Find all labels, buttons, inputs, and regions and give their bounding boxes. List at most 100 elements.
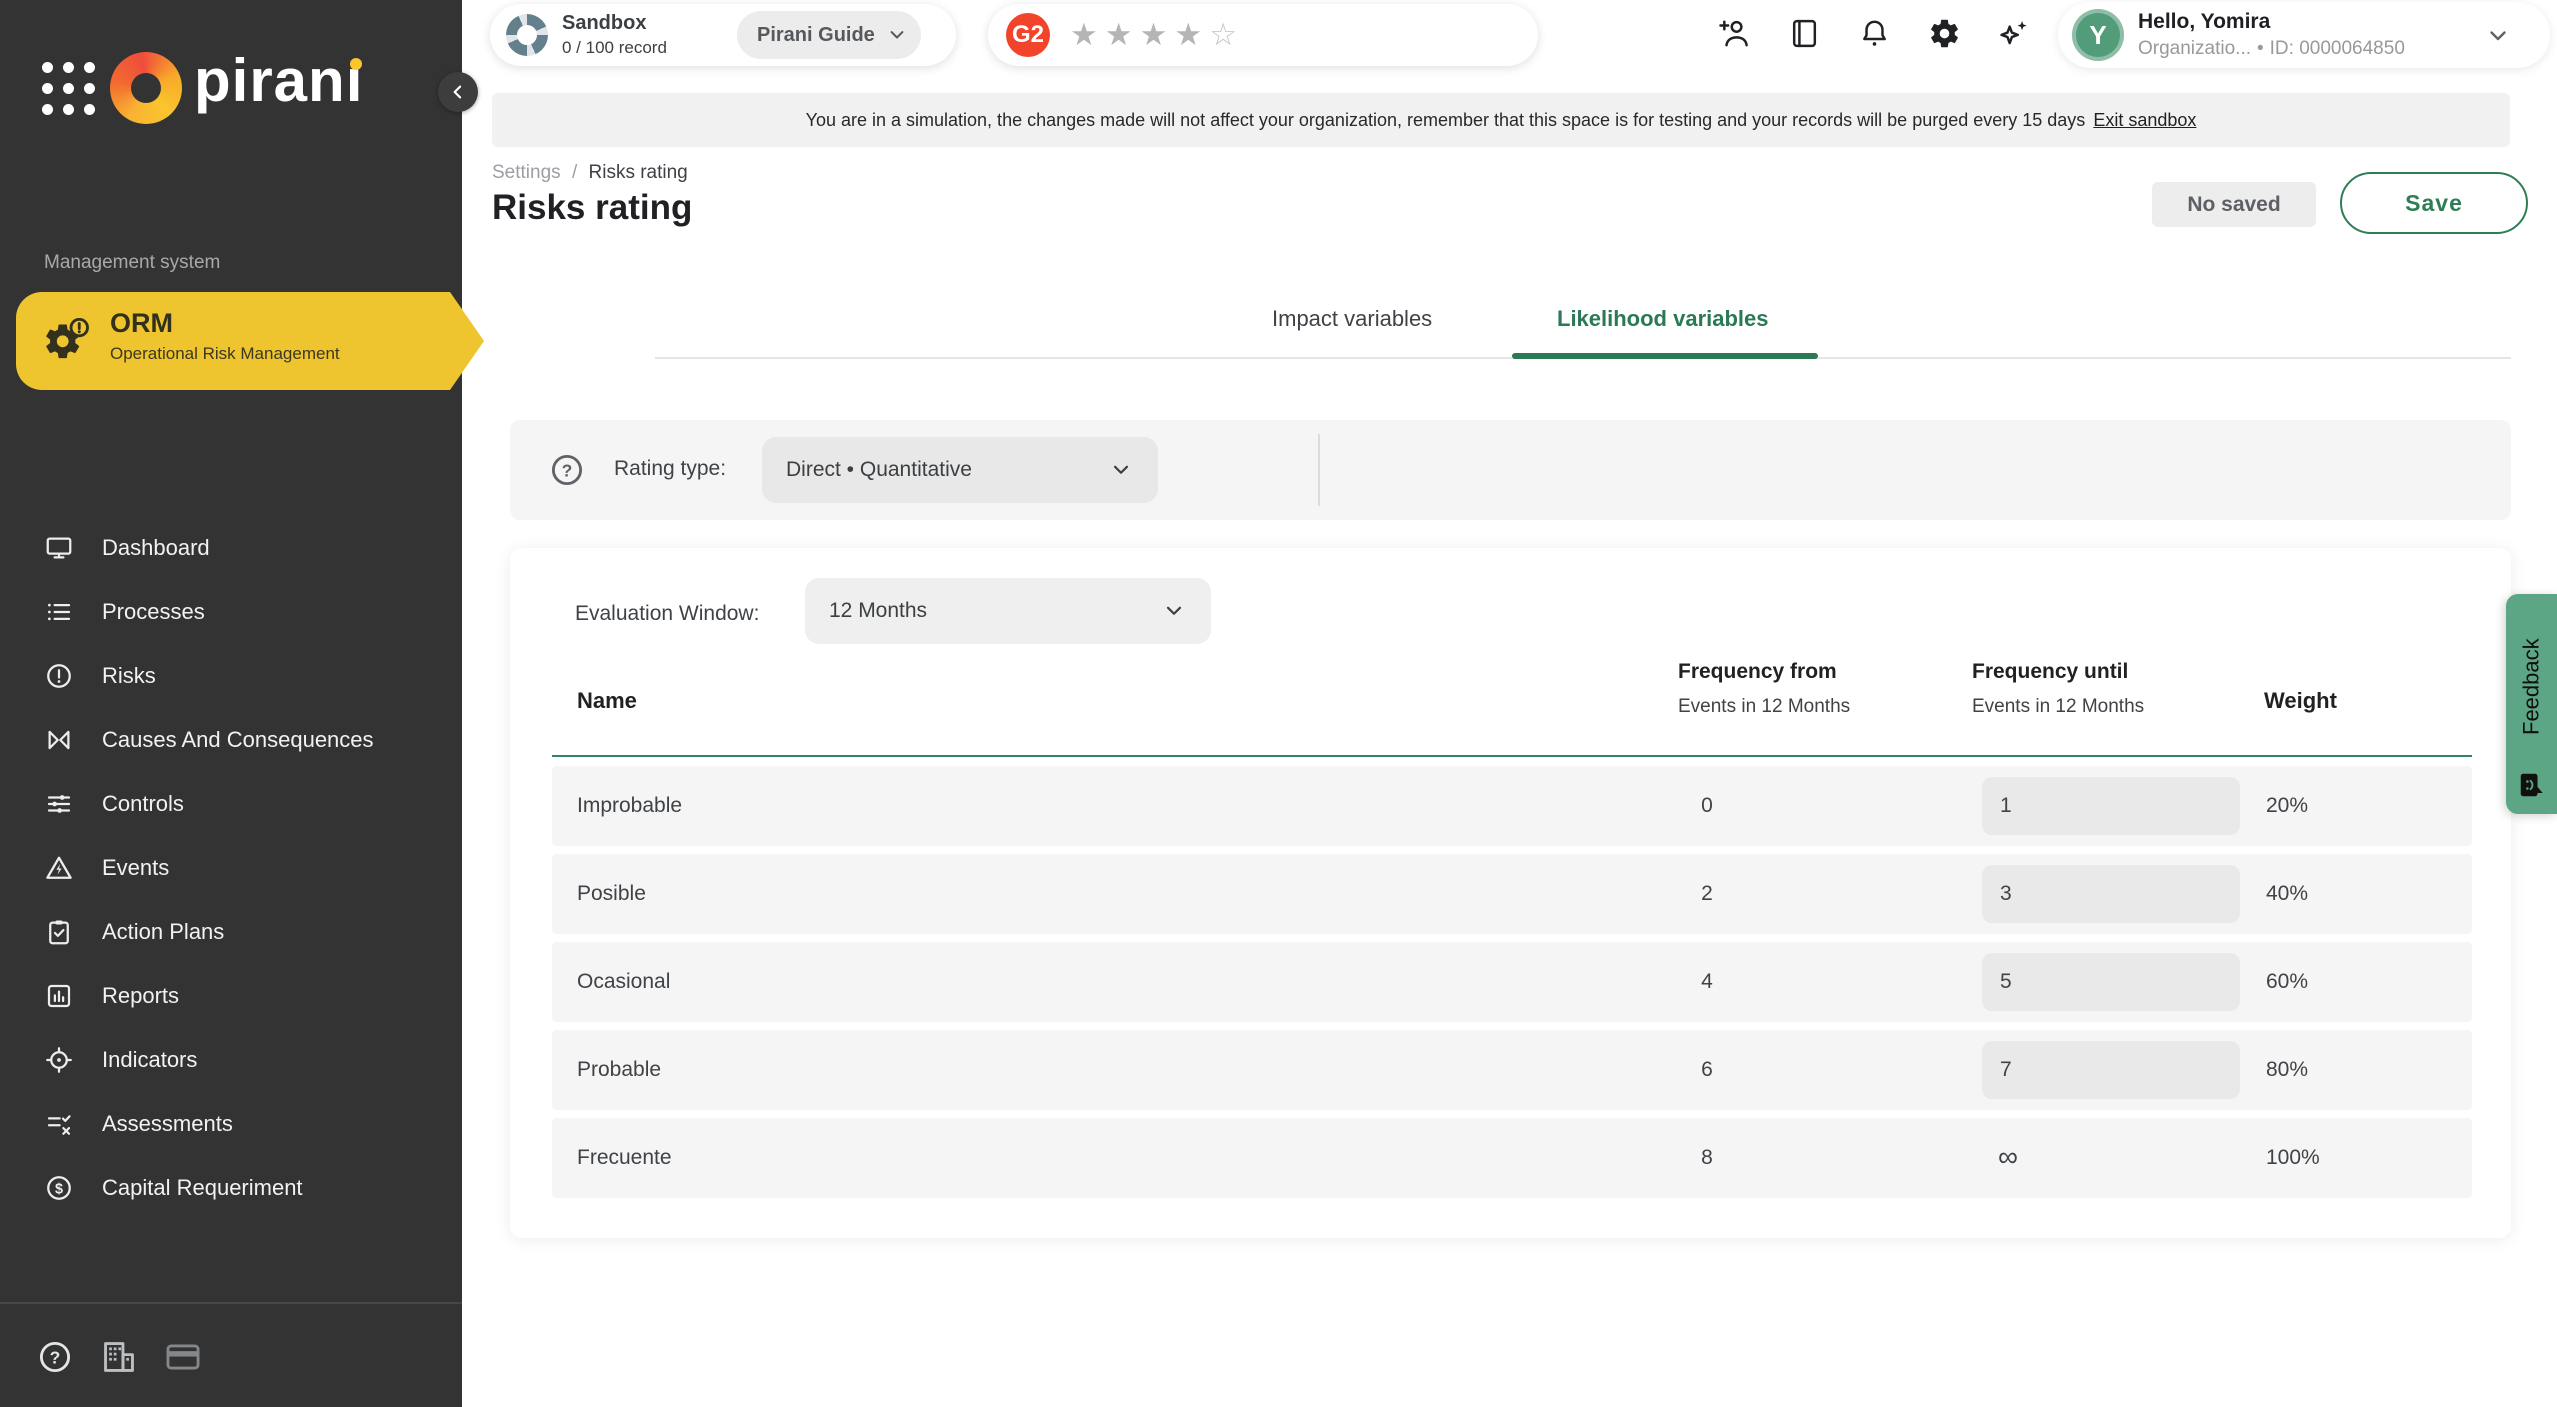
star-filled-icon: ★ — [1140, 17, 1175, 52]
row-name: Frecuente — [577, 1118, 672, 1198]
knowledge-book-icon[interactable] — [1782, 11, 1826, 55]
evaluation-window-select[interactable]: 12 Months — [805, 578, 1211, 644]
sidebar-item-label: Events — [102, 855, 169, 881]
feedback-label: Feedback — [2506, 608, 2557, 766]
star-filled-icon: ★ — [1105, 17, 1140, 52]
breadcrumb: Settings / Risks rating — [492, 162, 688, 184]
events-icon — [44, 853, 74, 883]
dashboard-icon — [44, 533, 74, 563]
evaluation-window-value: 12 Months — [829, 578, 927, 644]
page-title: Risks rating — [492, 188, 692, 228]
user-id: ID: 0000064850 — [2270, 38, 2405, 59]
user-organization: Organizatio... — [2138, 38, 2251, 59]
pirani-logo-text: piranı — [194, 46, 363, 115]
chevron-down-icon — [887, 25, 907, 45]
subline-separator: • — [2257, 38, 2264, 59]
star-filled-icon: ★ — [1174, 17, 1209, 52]
pirani-guide-dropdown[interactable]: Pirani Guide — [737, 11, 921, 59]
rating-type-label: Rating type: — [614, 457, 726, 481]
sidebar-item-controls[interactable]: Controls — [0, 772, 462, 836]
tab-impact-variables[interactable]: Impact variables — [1272, 306, 1432, 332]
save-button[interactable]: Save — [2340, 172, 2528, 234]
feedback-tab[interactable]: Feedback — [2506, 594, 2557, 814]
sidebar-item-label: Dashboard — [102, 535, 210, 561]
sidebar-item-label: Processes — [102, 599, 205, 625]
g2-review-pill[interactable]: G2 ★★★★☆ — [988, 4, 1538, 66]
active-tab-underline — [1512, 353, 1818, 359]
table-row: Probable 6 80% — [552, 1030, 2472, 1110]
action-plans-icon — [44, 917, 74, 947]
processes-icon — [44, 597, 74, 627]
row-name: Probable — [577, 1030, 661, 1110]
g2-logo-text: G2 — [1012, 21, 1044, 49]
sidebar-item-capital-requeriment[interactable]: $Capital Requeriment — [0, 1156, 462, 1220]
sidebar: piranı Management system ORM Operational… — [0, 0, 462, 1407]
chevron-down-icon — [1110, 459, 1132, 481]
sidebar-item-processes[interactable]: Processes — [0, 580, 462, 644]
weight-value: 80% — [2266, 1030, 2308, 1110]
svg-text:?: ? — [50, 1347, 61, 1367]
frequency-until-input[interactable] — [1982, 865, 2240, 923]
sidebar-collapse-button[interactable] — [438, 72, 478, 112]
add-user-icon[interactable] — [1712, 11, 1756, 55]
g2-logo-icon: G2 — [1006, 13, 1050, 57]
settings-gear-icon[interactable] — [1922, 11, 1966, 55]
simulation-banner-text: You are in a simulation, the changes mad… — [806, 110, 2086, 131]
sidebar-item-risks[interactable]: Risks — [0, 644, 462, 708]
module-name: Operational Risk Management — [110, 344, 340, 364]
organization-icon[interactable] — [100, 1338, 138, 1376]
sidebar-item-causes-and-consequences[interactable]: Causes And Consequences — [0, 708, 462, 772]
simulation-banner: You are in a simulation, the changes mad… — [492, 93, 2510, 147]
help-icon[interactable]: ? — [36, 1338, 74, 1376]
rating-type-value: Direct • Quantitative — [786, 437, 972, 503]
chevron-down-icon — [1163, 600, 1185, 622]
sandbox-status-pill[interactable]: Sandbox 0 / 100 record Pirani Guide — [490, 4, 956, 66]
billing-card-icon[interactable] — [164, 1338, 202, 1376]
ai-sparkles-icon[interactable] — [1992, 11, 2036, 55]
sidebar-item-reports[interactable]: Reports — [0, 964, 462, 1028]
reports-icon — [44, 981, 74, 1011]
frequency-from-value: 6 — [1677, 1030, 1737, 1110]
user-menu[interactable]: Y Hello, Yomira Organizatio...•ID: 00000… — [2058, 2, 2550, 68]
chevron-left-icon — [448, 82, 468, 102]
star-filled-icon: ★ — [1070, 17, 1105, 52]
sidebar-item-label: Causes And Consequences — [102, 727, 374, 753]
help-circle-icon[interactable]: ? — [548, 451, 586, 489]
star-empty-icon: ☆ — [1209, 17, 1244, 52]
gear-alert-icon — [44, 318, 90, 364]
likelihood-rows: Improbable020%Posible240%Ocasional460%Pr… — [552, 766, 2472, 1206]
frequency-until-title: Frequency until — [1972, 660, 2144, 684]
table-row: Ocasional460% — [552, 942, 2472, 1022]
sidebar-menu: Dashboard Processes Risks Causes And Conseq… — [0, 516, 462, 1220]
row-name: Posible — [577, 854, 646, 934]
vertical-divider — [1318, 434, 1320, 506]
frequency-until-input[interactable] — [1982, 953, 2240, 1011]
module-orm-banner[interactable]: ORM Operational Risk Management — [16, 292, 450, 390]
sidebar-item-label: Reports — [102, 983, 179, 1009]
frequency-until-input[interactable] — [1982, 777, 2240, 835]
rating-type-select[interactable]: Direct • Quantitative — [762, 437, 1158, 503]
notifications-bell-icon[interactable] — [1852, 11, 1896, 55]
sidebar-item-assessments[interactable]: Assessments — [0, 1092, 462, 1156]
sandbox-record-count: 0 / 100 record — [562, 38, 667, 58]
row-name: Ocasional — [577, 942, 670, 1022]
row-name: Improbable — [577, 766, 682, 846]
assessments-icon — [44, 1109, 74, 1139]
apps-grid-icon[interactable] — [42, 62, 98, 118]
sidebar-item-indicators[interactable]: Indicators — [0, 1028, 462, 1092]
column-header-frequency-until: Frequency until Events in 12 Months — [1972, 660, 2144, 718]
exit-sandbox-link[interactable]: Exit sandbox — [2093, 110, 2196, 131]
sidebar-item-events[interactable]: Events — [0, 836, 462, 900]
sidebar-item-action-plans[interactable]: Action Plans — [0, 900, 462, 964]
tab-likelihood-variables[interactable]: Likelihood variables — [1557, 306, 1769, 332]
frequency-from-value: 4 — [1677, 942, 1737, 1022]
sidebar-item-dashboard[interactable]: Dashboard — [0, 516, 462, 580]
weight-value: 100% — [2266, 1118, 2320, 1198]
svg-text:?: ? — [562, 460, 573, 480]
frequency-until-input[interactable] — [1982, 1041, 2240, 1099]
chevron-down-icon — [2486, 24, 2510, 48]
indicators-icon — [44, 1045, 74, 1075]
column-header-name: Name — [577, 688, 637, 714]
breadcrumb-settings[interactable]: Settings — [492, 162, 561, 183]
pirani-logo-mark-icon — [110, 52, 182, 124]
